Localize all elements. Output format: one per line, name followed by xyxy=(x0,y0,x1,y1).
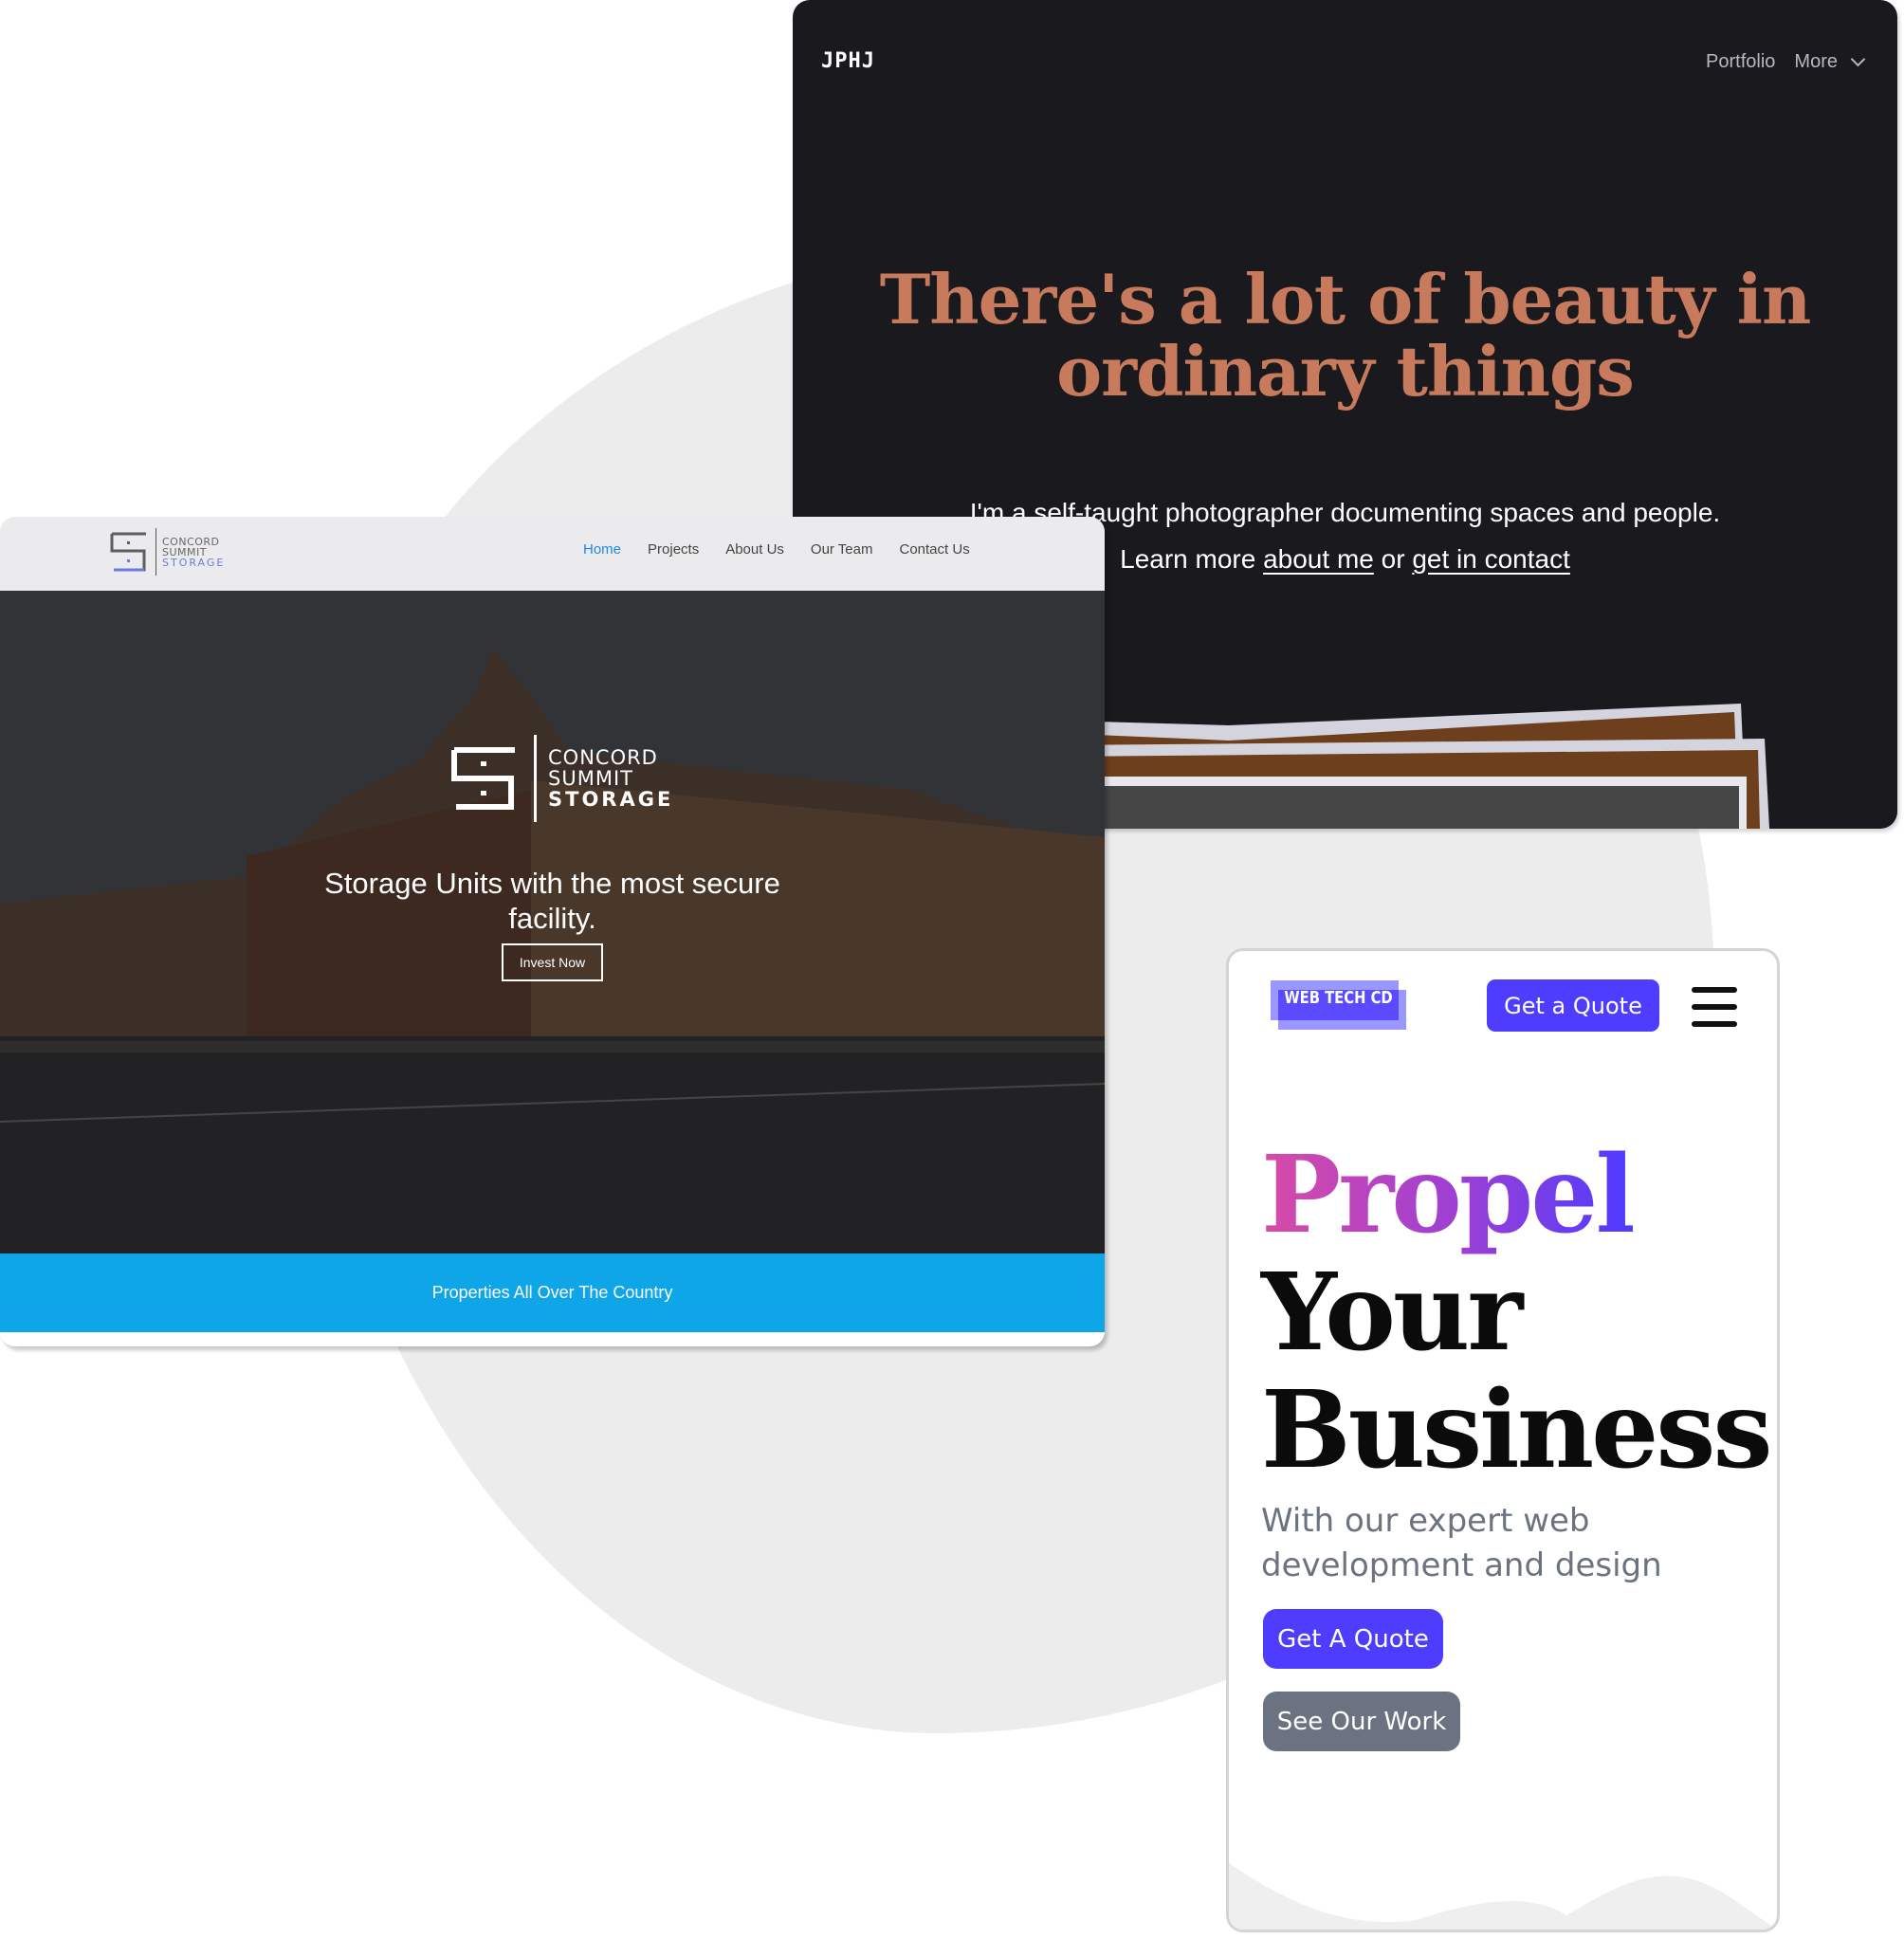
nav-item-more[interactable]: More xyxy=(1794,51,1838,73)
chevron-down-icon[interactable] xyxy=(1850,51,1866,67)
hamburger-icon[interactable] xyxy=(1692,984,1737,1030)
storage-nav: Home Projects About Us Our Team Contact … xyxy=(583,541,970,558)
learn-more-prefix: Learn more xyxy=(1120,544,1264,574)
headline-line-1: There's a lot of beauty in xyxy=(879,259,1812,339)
hero-logo-line-2: SUMMIT xyxy=(548,767,633,790)
webtech-headline: Propel Your Business xyxy=(1261,1137,1772,1492)
hero-tagline-line-2: facility. xyxy=(508,902,596,935)
subtitle-line-2: development and design xyxy=(1261,1546,1662,1584)
headline-business: Business xyxy=(1261,1368,1772,1492)
hero-logo-icon xyxy=(451,747,515,810)
storage-site-preview: CONCORD SUMMIT STORAGE Home Projects Abo… xyxy=(0,517,1105,1346)
webtech-site-preview: WEB TECH CD Get a Quote Propel Your Busi… xyxy=(1226,948,1780,1932)
storage-logo-text: CONCORD SUMMIT STORAGE xyxy=(162,537,225,568)
hero-logo-line-1: CONCORD xyxy=(548,746,658,769)
nav-item-contact-us[interactable]: Contact Us xyxy=(900,541,970,558)
nav-item-projects[interactable]: Projects xyxy=(648,541,699,558)
subtitle-line-1: With our expert web xyxy=(1261,1502,1590,1540)
get-in-contact-link[interactable]: get in contact xyxy=(1412,544,1570,574)
nav-item-our-team[interactable]: Our Team xyxy=(811,541,873,558)
hero-logo: CONCORD SUMMIT STORAGE xyxy=(450,735,673,822)
logo-line-2: SUMMIT xyxy=(162,545,207,558)
storage-logo[interactable]: CONCORD SUMMIT STORAGE xyxy=(110,528,225,576)
properties-band: Properties All Over The Country xyxy=(0,1253,1105,1332)
footer-wave-decoration xyxy=(1229,1863,1777,1930)
headline-propel: Propel xyxy=(1261,1133,1636,1257)
hero-logo-line-3: STORAGE xyxy=(548,788,674,811)
portfolio-nav: Portfolio More xyxy=(1706,51,1866,73)
hero-logo-divider xyxy=(534,735,537,822)
hero-logo-text: CONCORD SUMMIT STORAGE xyxy=(548,747,673,810)
webtech-logo-text: WEB TECH CD xyxy=(1284,988,1393,1008)
hero-tagline: Storage Units with the most secure facil… xyxy=(0,866,1105,936)
hamburger-bar xyxy=(1692,987,1737,993)
nav-item-about-us[interactable]: About Us xyxy=(725,541,784,558)
storage-hero: CONCORD SUMMIT STORAGE Storage Units wit… xyxy=(0,591,1105,1253)
webtech-subtitle: With our expert web development and desi… xyxy=(1261,1499,1754,1588)
hamburger-bar xyxy=(1692,1021,1737,1027)
storage-logo-icon xyxy=(110,532,146,572)
headline-your: Your xyxy=(1261,1251,1523,1375)
headline-line-2: ordinary things xyxy=(1056,331,1635,412)
hamburger-bar xyxy=(1692,1004,1737,1010)
see-our-work-button[interactable]: See Our Work xyxy=(1263,1692,1460,1751)
hero-tagline-line-1: Storage Units with the most secure xyxy=(324,867,780,900)
logo-line-1: CONCORD xyxy=(162,535,220,548)
or-text: or xyxy=(1373,544,1413,574)
portfolio-logo[interactable]: JPHJ xyxy=(821,49,875,73)
get-a-quote-button[interactable]: Get A Quote xyxy=(1263,1609,1443,1669)
portfolio-headline: There's a lot of beauty in ordinary thin… xyxy=(793,264,1897,408)
webtech-logo[interactable]: WEB TECH CD xyxy=(1271,980,1418,1030)
about-me-link[interactable]: about me xyxy=(1263,544,1374,574)
invest-now-button[interactable]: Invest Now xyxy=(502,943,603,981)
get-a-quote-nav-button[interactable]: Get a Quote xyxy=(1487,979,1659,1032)
storage-header: CONCORD SUMMIT STORAGE Home Projects Abo… xyxy=(0,517,1105,591)
nav-item-home[interactable]: Home xyxy=(583,541,621,558)
nav-item-portfolio[interactable]: Portfolio xyxy=(1706,51,1775,73)
logo-line-3: STORAGE xyxy=(162,556,226,569)
